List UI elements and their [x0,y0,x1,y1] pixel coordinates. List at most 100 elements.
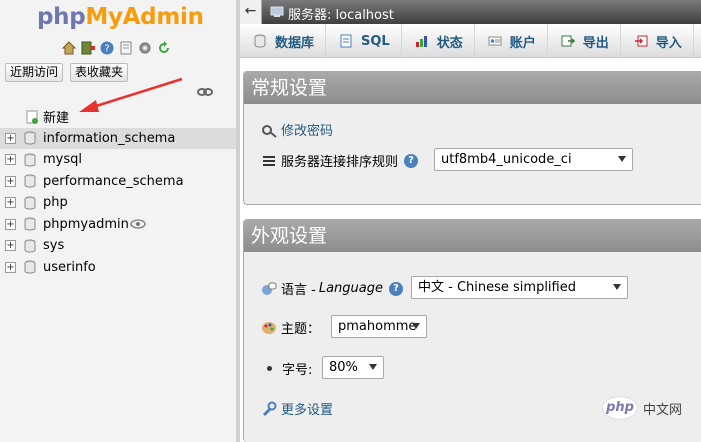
collation-select[interactable]: utf8mb4_unicode_ci [434,148,633,171]
watermark-badge: php [602,396,638,420]
server-icon [270,6,284,17]
expand-plus-icon[interactable]: + [5,218,16,230]
tree-database-item[interactable]: + userinfo [0,257,236,279]
tab-label: 导出 [582,35,609,51]
tab-import[interactable]: 导入 [621,24,694,58]
database-name[interactable]: userinfo [43,260,96,275]
tree-database-item[interactable]: + php [0,192,236,214]
database-name[interactable]: mysql [43,152,82,167]
recent-tables-button[interactable]: 近期访问 [5,63,64,82]
tab-export[interactable]: 导出 [548,24,621,58]
help-docs-icon[interactable]: ? [99,40,115,56]
expand-plus-icon[interactable]: + [5,261,16,273]
server-breadcrumb-bar: ← 服务器: localhost [240,0,701,24]
language-select[interactable]: 中文 - Chinese simplified [411,276,628,299]
new-database-icon [26,110,38,124]
appearance-settings-title: 外观设置 [244,220,701,252]
theme-label: 主题： [281,322,321,337]
chevron-down-icon [369,364,377,370]
new-database-label: 新建 [43,111,70,127]
database-icon [253,34,275,48]
logout-icon[interactable] [80,40,96,56]
chevron-down-icon [618,156,626,162]
more-settings-link[interactable]: 更多设置 [281,399,333,418]
database-icon [24,217,36,231]
expand-plus-icon[interactable]: + [5,240,16,252]
import-icon [634,34,656,48]
database-name[interactable]: performance_schema [43,174,184,189]
settings-gear-icon[interactable] [137,40,153,56]
collapse-nav-button[interactable]: ← [240,0,262,24]
database-name[interactable]: sys [43,238,64,253]
change-password-link[interactable]: 修改密码 [281,120,333,139]
font-size-row: 字号: [267,359,312,378]
documentation-icon[interactable] [118,40,134,56]
tab-database[interactable]: 数据库 [240,24,327,58]
tab-sql[interactable]: SQL [326,24,402,58]
wrench-icon [262,401,277,416]
tree-database-item[interactable]: + performance_schema [0,171,236,193]
database-name[interactable]: php [43,195,68,210]
collation-list-icon [263,155,275,166]
database-icon [24,131,36,145]
theme-value: pmahomme [338,319,417,334]
collation-value: utf8mb4_unicode_ci [441,152,572,167]
database-name[interactable]: phpmyadmin [43,217,129,232]
expand-plus-icon[interactable]: + [5,175,16,187]
tab-label: 账户 [509,35,536,51]
server-collation-row: 服务器连接排序规则 ? [261,151,419,170]
database-icon [24,239,36,253]
php-cn-watermark: php 中文网 [602,396,682,420]
server-label[interactable]: 服务器: localhost [288,4,394,23]
tree-database-item[interactable]: + sys [0,235,236,257]
change-password-row[interactable]: 修改密码 [261,120,333,139]
expand-plus-icon[interactable]: + [5,197,16,209]
nav-icon-bar: ? [61,40,172,56]
show-hidden-items-eye-icon[interactable] [130,219,146,229]
collation-help-icon[interactable]: ? [404,153,419,168]
status-icon [415,34,437,48]
tree-database-item[interactable]: + mysql [0,149,236,171]
font-size-label: 字号: [282,363,313,378]
change-password-icon [262,124,277,138]
tab-label: 数据库 [275,35,315,51]
sql-icon [339,34,361,48]
database-icon [24,174,36,188]
font-size-select[interactable]: 80% [322,356,384,379]
more-settings-row[interactable]: 更多设置 [261,399,333,418]
top-menu-tabs: 数据库 SQL 状态 账户 导出 导入 [240,24,701,58]
database-icon [24,153,36,167]
favorite-tables-button[interactable]: 表收藏夹 [70,63,129,82]
home-icon[interactable] [61,40,77,56]
tree-database-item[interactable]: + information_schema [0,127,236,149]
expand-plus-icon[interactable]: + [5,132,16,144]
tab-accounts[interactable]: 账户 [475,24,548,58]
language-label-en: Language [318,281,383,296]
database-icon [24,196,36,210]
link-with-main-panel-icon[interactable] [197,87,213,97]
tab-label: SQL [361,33,390,49]
language-row: 语言 - Language ? [261,279,403,298]
logo-php: php [37,4,86,30]
tab-label: 状态 [436,35,463,51]
tab-status[interactable]: 状态 [402,24,475,58]
theme-palette-icon [262,321,276,334]
language-label: 语言 - [281,283,316,298]
database-name[interactable]: information_schema [43,131,175,146]
language-icon [262,282,277,295]
language-help-icon[interactable]: ? [388,281,403,296]
tree-database-item[interactable]: + phpmyadmin [0,214,236,236]
reload-icon[interactable] [156,40,172,56]
theme-select[interactable]: pmahomme [331,315,427,338]
chevron-down-icon [613,284,621,290]
svg-text:?: ? [104,44,109,55]
navigation-panel: phpMyAdmin ? 近期访问 表收藏夹 新建 + information_… [0,0,236,442]
expand-plus-icon[interactable]: + [5,154,16,166]
tree-new-database[interactable]: 新建 [0,106,236,128]
database-tree: 新建 + information_schema + mysql + performance… [0,106,236,278]
accounts-icon [488,34,510,48]
panel-splitter[interactable] [236,0,240,442]
bullet-icon [267,366,272,371]
general-settings-title: 常规设置 [244,72,701,104]
phpmyadmin-logo[interactable]: phpMyAdmin [37,4,204,30]
